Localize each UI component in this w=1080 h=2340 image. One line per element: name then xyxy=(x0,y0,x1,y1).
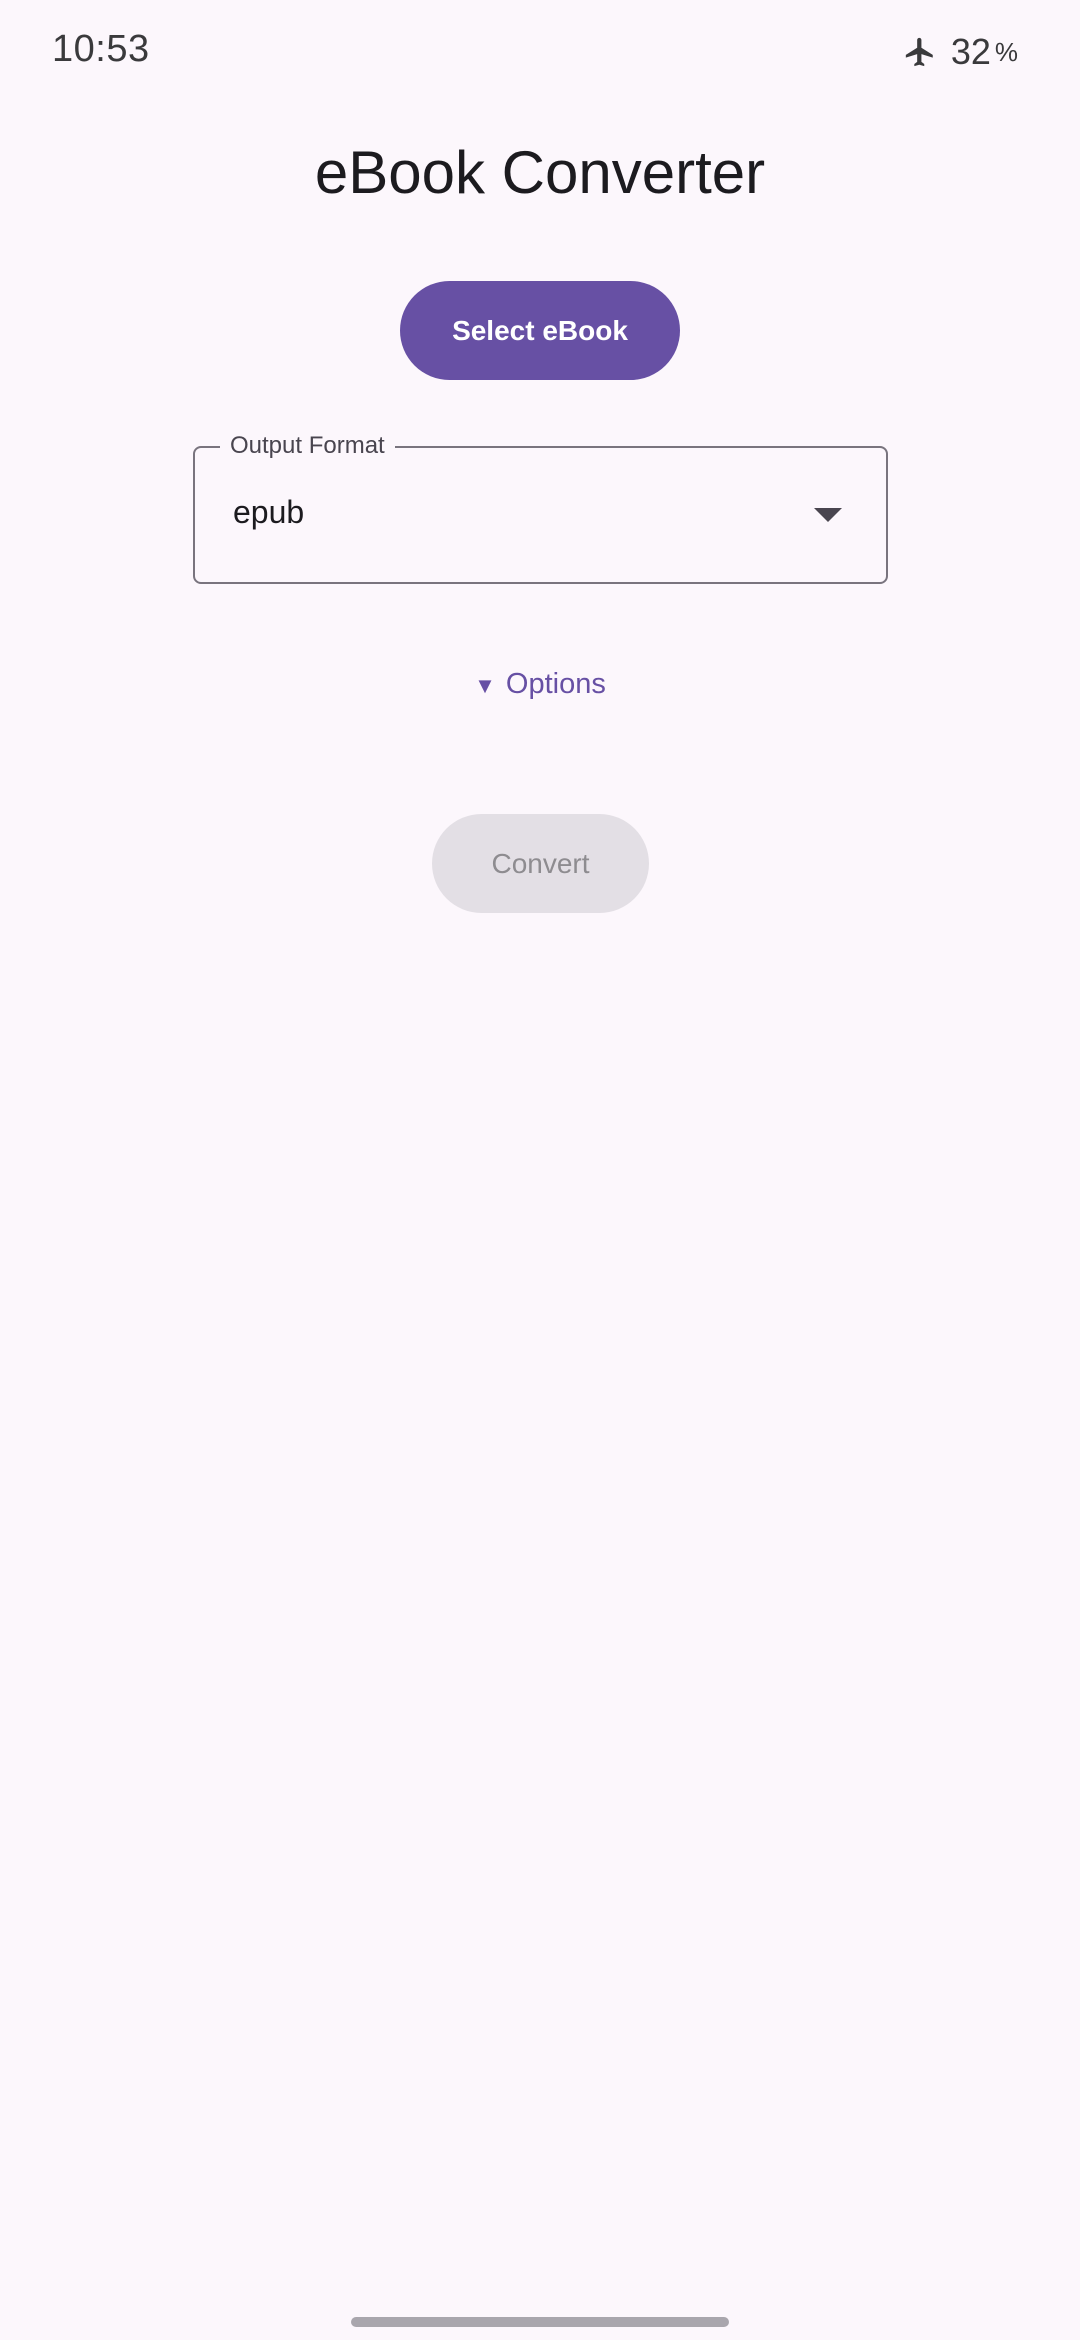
home-indicator[interactable] xyxy=(351,2317,729,2327)
output-format-label: Output Format xyxy=(220,430,395,462)
options-label: Options xyxy=(505,668,606,700)
select-ebook-button[interactable]: Select eBook xyxy=(400,281,680,380)
airplane-mode-icon xyxy=(905,37,933,67)
options-toggle[interactable]: ▼ Options xyxy=(0,668,1080,701)
battery-level: 32 xyxy=(950,31,991,72)
status-bar: 10:53 32 % xyxy=(0,0,1080,110)
chevron-down-icon xyxy=(814,508,842,522)
battery-unit: % xyxy=(994,36,1018,67)
output-format-value: epub xyxy=(233,494,305,530)
status-time: 10:53 xyxy=(52,28,150,70)
expand-arrow-icon: ▼ xyxy=(474,673,496,698)
convert-button[interactable]: Convert xyxy=(432,814,649,913)
page-title: eBook Converter xyxy=(314,139,766,206)
status-icons: 32 % xyxy=(903,28,1018,76)
output-format-dropdown[interactable]: Output Format epub xyxy=(193,430,888,584)
